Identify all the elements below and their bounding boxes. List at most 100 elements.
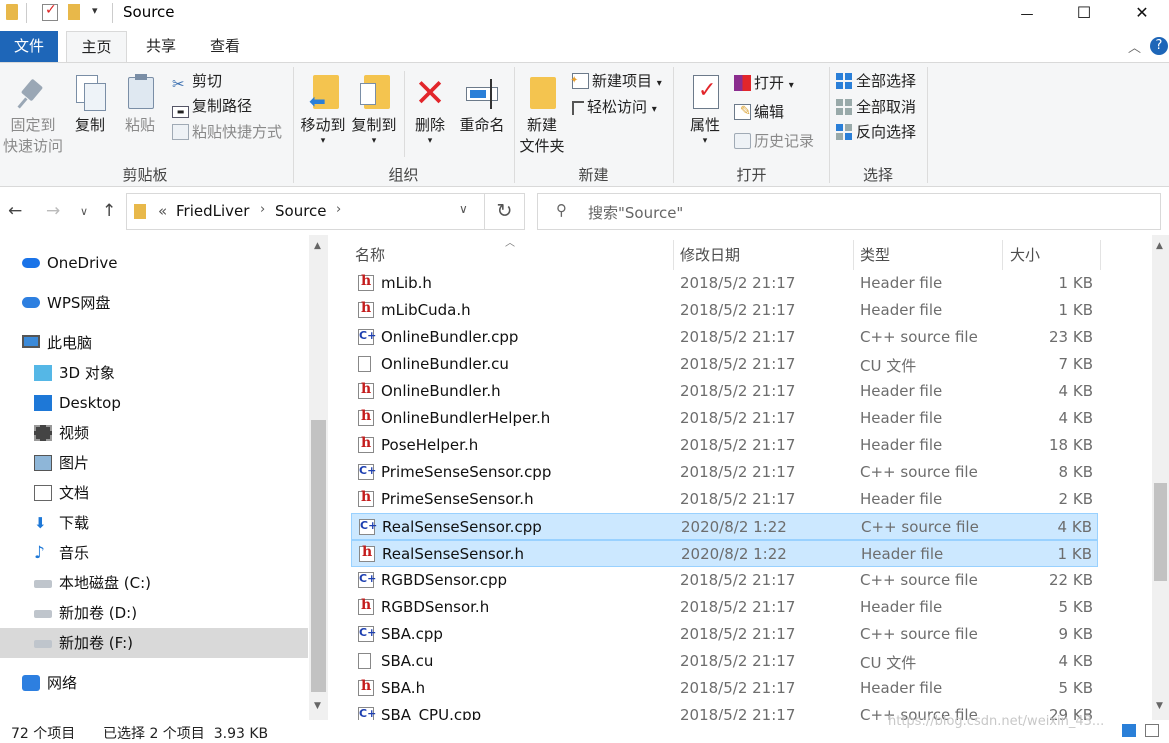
file-row[interactable]: h SBA.h 2018/5/2 21:17 Header file 5 KB bbox=[351, 675, 1098, 702]
breadcrumb-friedliver[interactable]: FriedLiver bbox=[176, 202, 249, 220]
scroll-up-icon[interactable]: ▲ bbox=[314, 241, 321, 251]
close-button[interactable]: ✕ bbox=[1119, 0, 1165, 28]
tab-view[interactable]: 查看 bbox=[195, 31, 255, 62]
nav-item-6[interactable]: 图片 bbox=[0, 448, 308, 478]
file-row[interactable]: h OnlineBundlerHelper.h 2018/5/2 21:17 Head… bbox=[351, 405, 1098, 432]
column-divider[interactable] bbox=[1100, 240, 1101, 270]
file-row[interactable]: C+ SBA.cpp 2018/5/2 21:17 C++ source file 9 … bbox=[351, 621, 1098, 648]
copy-button[interactable]: 复制 bbox=[70, 73, 110, 136]
select-none-button[interactable]: 全部取消 bbox=[836, 96, 916, 118]
tab-home[interactable]: 主页 bbox=[66, 31, 127, 63]
edit-label: 编辑 bbox=[754, 103, 785, 121]
file-name: mLibCuda.h bbox=[381, 301, 471, 319]
breadcrumb-overflow[interactable]: « bbox=[158, 202, 167, 220]
maximize-button[interactable]: ☐ bbox=[1061, 0, 1107, 28]
minimize-button[interactable]: — bbox=[1004, 0, 1050, 28]
file-date: 2018/5/2 21:17 bbox=[680, 301, 796, 319]
file-row[interactable]: h RGBDSensor.h 2018/5/2 21:17 Header file 5 … bbox=[351, 594, 1098, 621]
file-list-scrollbar[interactable]: ▲ ▼ bbox=[1152, 235, 1169, 720]
column-divider[interactable] bbox=[853, 240, 854, 270]
edit-button[interactable]: ✎ 编辑 bbox=[734, 101, 784, 123]
nav-item-8[interactable]: ⬇ 下载 bbox=[0, 508, 308, 538]
nav-item-13[interactable]: 网络 bbox=[0, 668, 308, 698]
select-all-button[interactable]: 全部选择 bbox=[836, 70, 916, 92]
tab-share[interactable]: 共享 bbox=[131, 31, 191, 62]
details-view-button[interactable] bbox=[1122, 724, 1136, 737]
address-bar[interactable]: « FriedLiver › Source › ∨ bbox=[126, 193, 485, 230]
nav-item-9[interactable]: ♪ 音乐 bbox=[0, 538, 308, 568]
easy-access-button[interactable]: 轻松访问 ▾ bbox=[572, 96, 657, 118]
nav-item-10[interactable]: 本地磁盘 (C:) bbox=[0, 568, 308, 598]
nav-item-1[interactable]: WPS网盘 bbox=[0, 288, 308, 318]
invert-selection-button[interactable]: 反向选择 bbox=[836, 121, 916, 143]
file-row[interactable]: h RealSenseSensor.h 2020/8/2 1:22 Header fi… bbox=[351, 540, 1098, 567]
copy-to-button[interactable]: 复制到 ▾ bbox=[349, 73, 399, 146]
column-header-name[interactable]: 名称 bbox=[355, 244, 385, 268]
cut-button[interactable]: ✂ 剪切 bbox=[172, 70, 222, 92]
open-button[interactable]: 打开 ▾ bbox=[734, 72, 794, 94]
file-row[interactable]: h PoseHelper.h 2018/5/2 21:17 Header file 18… bbox=[351, 432, 1098, 459]
file-row[interactable]: C+ OnlineBundler.cpp 2018/5/2 21:17 C++ sou… bbox=[351, 324, 1098, 351]
nav-item-7[interactable]: 文档 bbox=[0, 478, 308, 508]
file-row[interactable]: h mLib.h 2018/5/2 21:17 Header file 1 KB bbox=[351, 270, 1098, 297]
file-row[interactable]: C+ RGBDSensor.cpp 2018/5/2 21:17 C++ source… bbox=[351, 567, 1098, 594]
column-header-size[interactable]: 大小 bbox=[1010, 244, 1040, 268]
rename-button[interactable]: 重命名 bbox=[456, 73, 508, 136]
breadcrumb-source[interactable]: Source bbox=[275, 202, 327, 220]
nav-item-0[interactable]: OneDrive bbox=[0, 248, 308, 278]
address-dropdown-button[interactable]: ∨ bbox=[459, 202, 468, 216]
scroll-thumb[interactable] bbox=[1154, 483, 1167, 581]
new-folder-icon[interactable] bbox=[68, 4, 80, 20]
up-button[interactable]: ↑ bbox=[102, 201, 116, 221]
search-input[interactable]: 搜索"Source" bbox=[588, 202, 683, 223]
properties-checkbox-icon[interactable]: ✓ bbox=[42, 2, 58, 21]
nav-pane-scrollbar[interactable]: ▲ ▼ bbox=[309, 235, 328, 720]
delete-button[interactable]: ✕ 删除 ▾ bbox=[408, 73, 452, 146]
nav-item-4[interactable]: Desktop bbox=[0, 388, 308, 418]
header-file-icon: h bbox=[358, 597, 374, 615]
scroll-down-icon[interactable]: ▼ bbox=[1156, 701, 1163, 711]
back-button[interactable]: ← bbox=[8, 201, 22, 221]
move-to-button[interactable]: ⬅ 移动到 ▾ bbox=[298, 73, 348, 146]
nav-item-12[interactable]: 新加卷 (F:) bbox=[0, 628, 308, 658]
file-row[interactable]: SBA.cu 2018/5/2 21:17 CU 文件 4 KB bbox=[351, 648, 1098, 675]
nav-item-5[interactable]: 视频 bbox=[0, 418, 308, 448]
recent-locations-button[interactable]: ∨ bbox=[80, 205, 88, 218]
properties-button[interactable]: ✓ 属性 ▾ bbox=[684, 73, 726, 146]
large-icons-view-button[interactable] bbox=[1145, 724, 1159, 737]
column-header-date[interactable]: 修改日期 bbox=[680, 244, 740, 268]
paste-button[interactable]: 粘贴 bbox=[120, 73, 160, 136]
scroll-thumb[interactable] bbox=[311, 420, 326, 692]
nav-item-label: 3D 对象 bbox=[59, 364, 115, 382]
chevron-down-icon[interactable]: ▾ bbox=[92, 4, 98, 22]
nav-item-2[interactable]: 此电脑 bbox=[0, 328, 308, 358]
chevron-right-icon: › bbox=[336, 202, 342, 217]
nav-item-label: 下载 bbox=[59, 514, 90, 532]
pin-quick-access-button[interactable]: 固定到 快速访问 bbox=[2, 73, 64, 157]
file-row[interactable]: C+ PrimeSenseSensor.cpp 2018/5/2 21:17 C++ … bbox=[351, 459, 1098, 486]
file-row[interactable]: OnlineBundler.cu 2018/5/2 21:17 CU 文件 7 KB bbox=[351, 351, 1098, 378]
file-row[interactable]: h mLibCuda.h 2018/5/2 21:17 Header file 1 KB bbox=[351, 297, 1098, 324]
help-icon[interactable]: ? bbox=[1150, 37, 1168, 55]
nav-item-11[interactable]: 新加卷 (D:) bbox=[0, 598, 308, 628]
file-row[interactable]: h PrimeSenseSensor.h 2018/5/2 21:17 Header … bbox=[351, 486, 1098, 513]
column-divider[interactable] bbox=[1002, 240, 1003, 270]
scroll-down-icon[interactable]: ▼ bbox=[314, 701, 321, 711]
refresh-button[interactable]: ↻ bbox=[485, 193, 525, 230]
column-divider[interactable] bbox=[673, 240, 674, 270]
new-folder-button[interactable]: 新建 文件夹 bbox=[518, 73, 566, 157]
collapse-ribbon-icon[interactable]: ︿ bbox=[1128, 37, 1141, 56]
copy-path-button[interactable]: ▬ 复制路径 bbox=[172, 95, 252, 118]
nav-item-3[interactable]: 3D 对象 bbox=[0, 358, 308, 388]
file-row[interactable]: h OnlineBundler.h 2018/5/2 21:17 Header fil… bbox=[351, 378, 1098, 405]
forward-button[interactable]: → bbox=[46, 201, 60, 221]
search-box[interactable]: ⚲ 搜索"Source" bbox=[537, 193, 1161, 230]
file-row[interactable]: C+ RealSenseSensor.cpp 2020/8/2 1:22 C++ so… bbox=[351, 513, 1098, 540]
new-item-button[interactable]: ✦ 新建项目 ▾ bbox=[570, 70, 662, 92]
paste-shortcut-button[interactable]: 粘贴快捷方式 bbox=[172, 121, 282, 143]
scroll-up-icon[interactable]: ▲ bbox=[1156, 241, 1163, 251]
open-group-label: 打开 bbox=[736, 166, 767, 184]
column-header-type[interactable]: 类型 bbox=[860, 244, 890, 268]
tab-file[interactable]: 文件 bbox=[0, 31, 58, 62]
history-button[interactable]: 历史记录 bbox=[734, 130, 814, 152]
